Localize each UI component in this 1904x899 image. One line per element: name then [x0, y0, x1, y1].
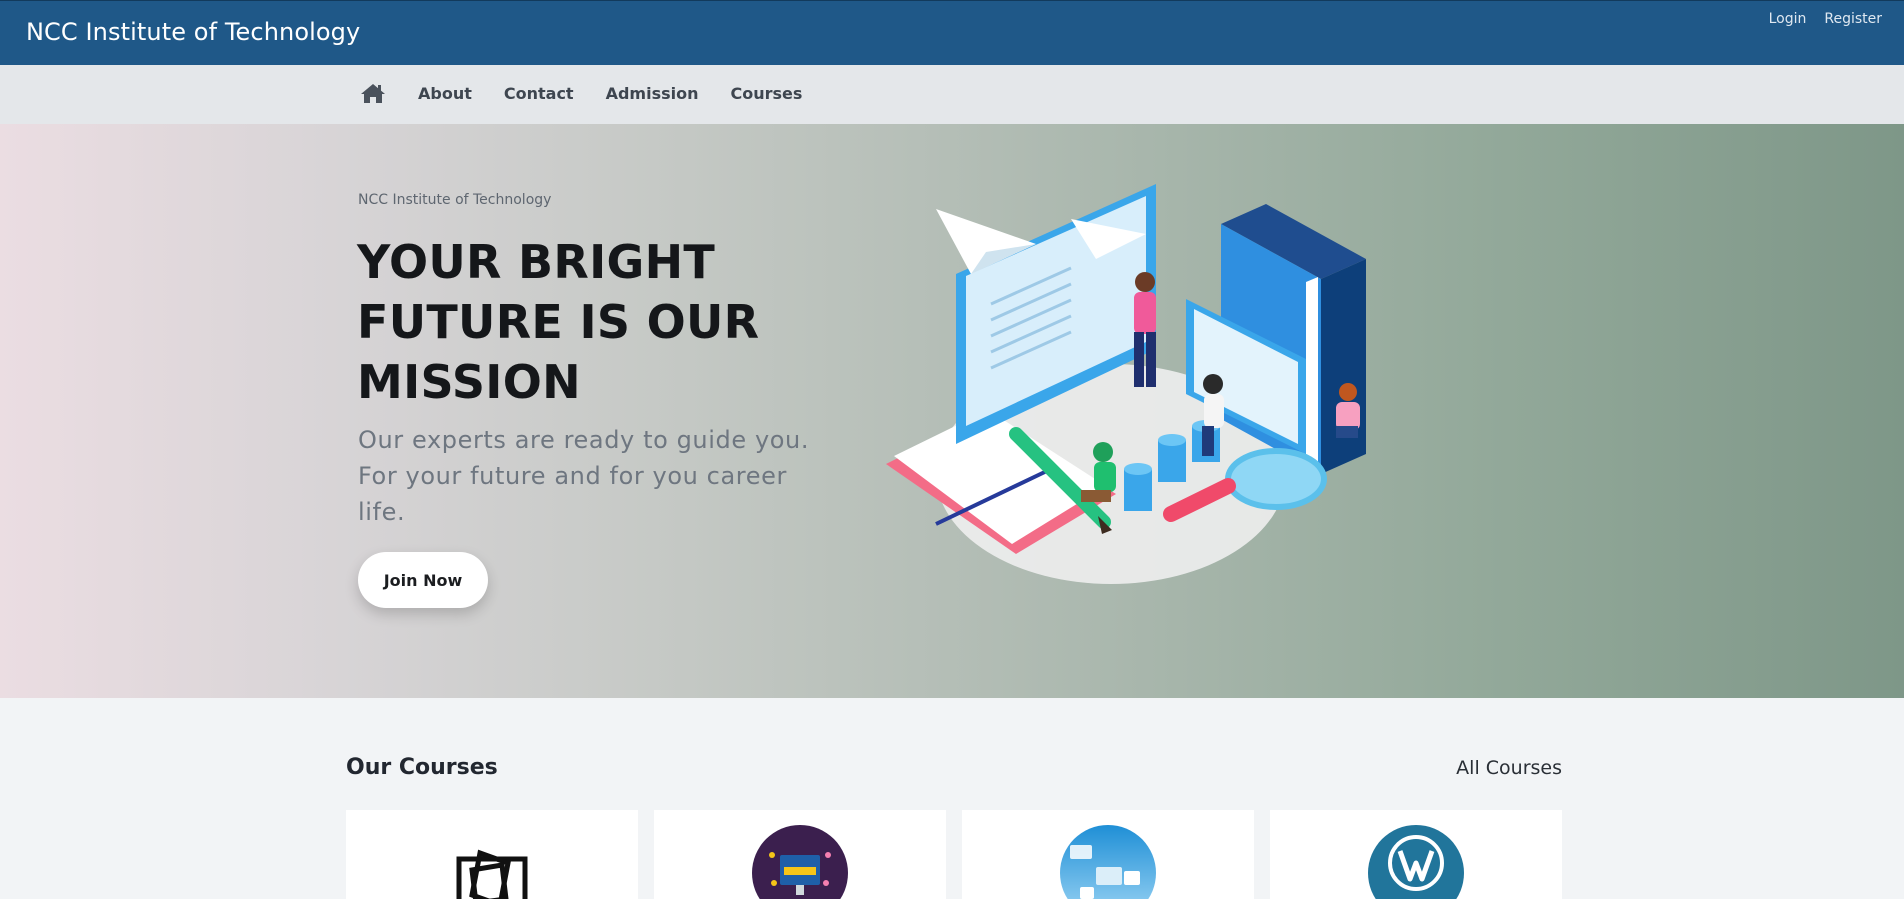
web-design-development-image: [1060, 825, 1156, 899]
course-card[interactable]: [962, 810, 1254, 899]
hero-section: NCC Institute of Technology YOUR BRIGHT …: [0, 124, 1904, 698]
main-nav: About Contact Admission Courses: [0, 65, 1904, 124]
all-courses-link[interactable]: All Courses: [1456, 757, 1562, 779]
home-icon[interactable]: [360, 82, 386, 104]
brand-title[interactable]: NCC Institute of Technology: [26, 18, 360, 46]
course-card[interactable]: [654, 810, 946, 899]
courses-heading: Our Courses: [346, 755, 498, 780]
layers-outline-icon: [444, 825, 540, 899]
top-header: NCC Institute of Technology Login Regist…: [0, 0, 1904, 65]
course-card[interactable]: [346, 810, 638, 899]
register-link[interactable]: Register: [1824, 11, 1882, 27]
nav-about[interactable]: About: [418, 84, 472, 103]
hero-description: Our experts are ready to guide you. For …: [358, 426, 810, 526]
nav-courses[interactable]: Courses: [730, 84, 802, 103]
login-link[interactable]: Login: [1769, 11, 1807, 27]
full-stack-development-image: [752, 825, 848, 899]
hero-subtitle: NCC Institute of Technology: [358, 192, 552, 208]
course-card[interactable]: [1270, 810, 1562, 899]
nav-items: About Contact Admission Courses: [360, 82, 802, 104]
wordpress-logo: [1368, 825, 1464, 899]
nav-admission[interactable]: Admission: [606, 84, 699, 103]
auth-links: Login Register: [1769, 11, 1882, 27]
hero-title: YOUR BRIGHT FUTURE IS OUR MISSION: [357, 235, 760, 409]
join-now-button[interactable]: Join Now: [358, 552, 488, 608]
nav-contact[interactable]: Contact: [504, 84, 574, 103]
hero-illustration: [886, 184, 1366, 584]
